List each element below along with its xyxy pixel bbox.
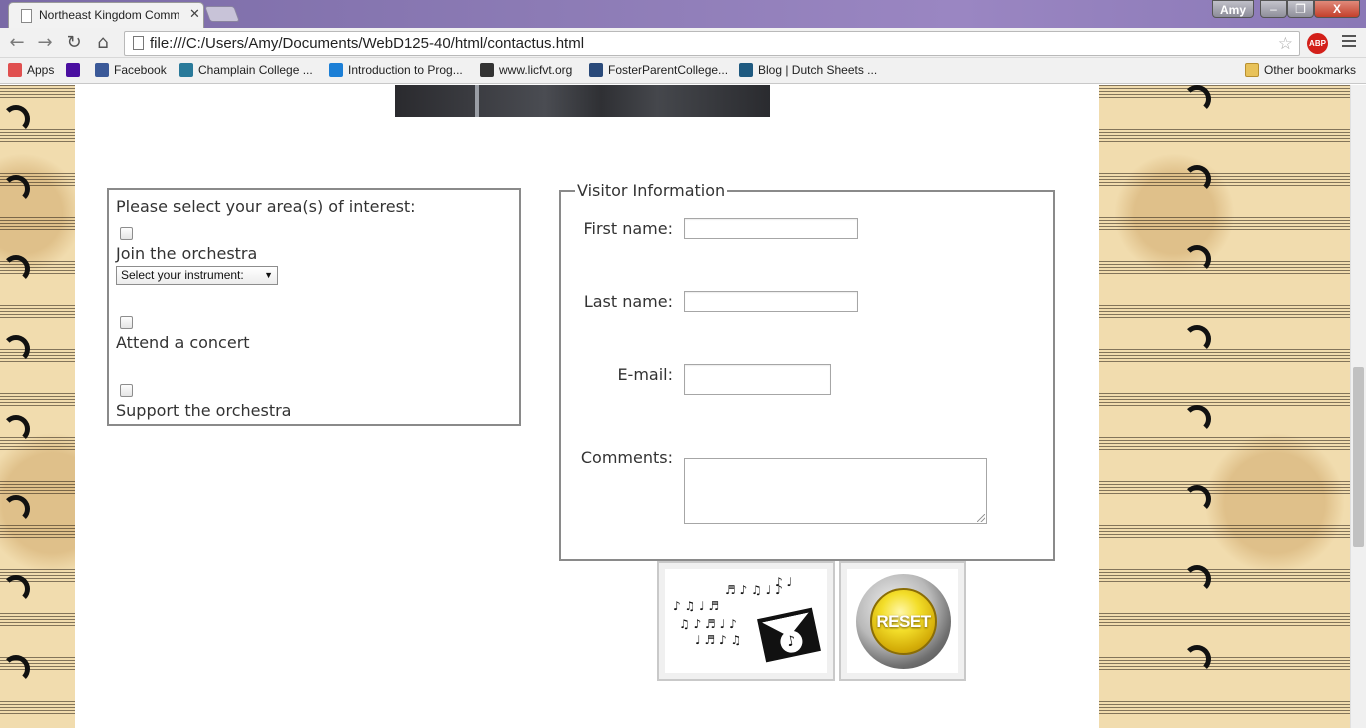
forward-icon[interactable]: → [34,32,56,54]
fieldset-legend: Visitor Information [575,181,728,200]
interest-box: Please select your area(s) of interest: … [107,188,521,426]
fpc-icon [589,63,603,77]
address-bar[interactable]: file:///C:/Users/Amy/Documents/WebD125-4… [124,31,1300,56]
other-bookmarks[interactable]: Other bookmarks [1245,63,1356,79]
bookmark-label: Facebook [114,63,167,77]
bookmark-label: Apps [27,63,55,77]
submit-image-button[interactable]: ♪ ♫ ♩ ♬ ♫ ♪ ♬ ♩ ♪ ♩ ♬ ♪ ♫ ♬ ♪ ♫ ♩ ♪ ♪ ♩ … [657,561,835,681]
maximize-button[interactable]: ❐ [1287,0,1314,18]
facebook-icon [95,63,109,77]
page-scrollbar[interactable] [1350,85,1366,728]
reset-button-graphic: RESET [847,569,958,673]
flourish-decoration [2,85,32,728]
first-name-label: First name: [583,219,673,238]
folder-icon [1245,63,1259,77]
email-field[interactable] [684,364,831,395]
resize-grip-icon[interactable] [977,514,985,522]
home-icon[interactable]: ⌂ [92,32,114,54]
page-icon [21,9,32,23]
bookmark-champlain[interactable]: Champlain College ... [179,63,313,79]
mva-icon [329,63,343,77]
bookmark-label: Blog | Dutch Sheets ... [758,63,878,77]
instrument-select[interactable]: Select your instrument: ▼ [116,266,278,285]
email-label: E-mail: [617,365,673,384]
profile-button[interactable]: Amy [1212,0,1254,18]
interest-prompt: Please select your area(s) of interest: [116,197,416,216]
cross-icon [480,63,494,77]
music-envelope-icon: ♪ ♫ ♩ ♬ ♫ ♪ ♬ ♩ ♪ ♩ ♬ ♪ ♫ ♬ ♪ ♫ ♩ ♪ ♪ ♩ … [665,569,827,673]
join-orchestra-checkbox[interactable] [120,227,133,240]
minimize-button[interactable]: – [1260,0,1287,18]
window-titlebar: Northeast Kingdom Comm ✕ Amy – ❐ X [0,0,1366,28]
comments-label: Comments: [580,448,673,467]
page-icon [133,36,144,50]
reset-image-button[interactable]: RESET [839,561,966,681]
bookmark-fosterparent[interactable]: FosterParentCollege... [589,63,728,79]
apps-grid-icon [8,63,22,77]
last-name-label: Last name: [583,292,673,311]
bookmark-label: Introduction to Prog... [348,63,463,77]
instrument-select-value: Select your instrument: [121,268,244,282]
main-content: Please select your area(s) of interest: … [75,85,1099,728]
bookmark-apps[interactable]: Apps [8,63,54,79]
join-orchestra-label: Join the orchestra [116,244,258,263]
blog-icon [739,63,753,77]
bookmark-yahoo[interactable] [66,63,85,79]
bookmark-label: www.licfvt.org [499,63,573,77]
bookmark-star-icon[interactable]: ☆ [1278,34,1293,54]
bookmark-facebook[interactable]: Facebook [95,63,167,79]
first-name-field[interactable] [684,218,858,239]
url-text: file:///C:/Users/Amy/Documents/WebD125-4… [150,35,585,52]
menu-icon[interactable] [1342,35,1356,50]
sheet-music-background-left [0,85,75,728]
tab-title: Northeast Kingdom Comm [39,8,179,22]
browser-tab[interactable]: Northeast Kingdom Comm ✕ [8,2,204,28]
header-photo [395,85,770,117]
sheet-music-background-right [1099,85,1350,728]
attend-concert-label: Attend a concert [116,333,250,352]
bookmark-intro-prog[interactable]: Introduction to Prog... [329,63,463,79]
browser-toolbar: ← → ↻ ⌂ file:///C:/Users/Amy/Documents/W… [0,28,1366,58]
back-icon[interactable]: ← [6,32,28,54]
page-viewport: Please select your area(s) of interest: … [0,85,1350,728]
dropdown-arrow-icon: ▼ [264,270,273,280]
bookmark-label: Other bookmarks [1264,63,1357,77]
yahoo-icon [66,63,80,77]
reset-label: RESET [870,588,937,655]
tab-close-icon[interactable]: ✕ [189,7,200,22]
support-orchestra-checkbox[interactable] [120,384,133,397]
bookmark-label: Champlain College ... [198,63,313,77]
flourish-decoration [1183,85,1213,728]
bookmark-dutch-sheets[interactable]: Blog | Dutch Sheets ... [739,63,877,79]
adblock-icon[interactable]: ABP [1307,33,1328,54]
bookmark-label: FosterParentCollege... [608,63,729,77]
champlain-icon [179,63,193,77]
last-name-field[interactable] [684,291,858,312]
reload-icon[interactable]: ↻ [63,32,85,54]
support-orchestra-label: Support the orchestra [116,401,292,420]
bookmark-licfvt[interactable]: www.licfvt.org [480,63,572,79]
attend-concert-checkbox[interactable] [120,316,133,329]
new-tab-button[interactable] [204,6,240,22]
bookmarks-bar: Apps Facebook Champlain College ... Intr… [0,58,1366,84]
close-window-button[interactable]: X [1314,0,1360,18]
scrollbar-thumb[interactable] [1353,367,1364,547]
comments-textarea[interactable] [684,458,987,524]
visitor-info-fieldset: Visitor Information First name: Last nam… [559,181,1055,561]
